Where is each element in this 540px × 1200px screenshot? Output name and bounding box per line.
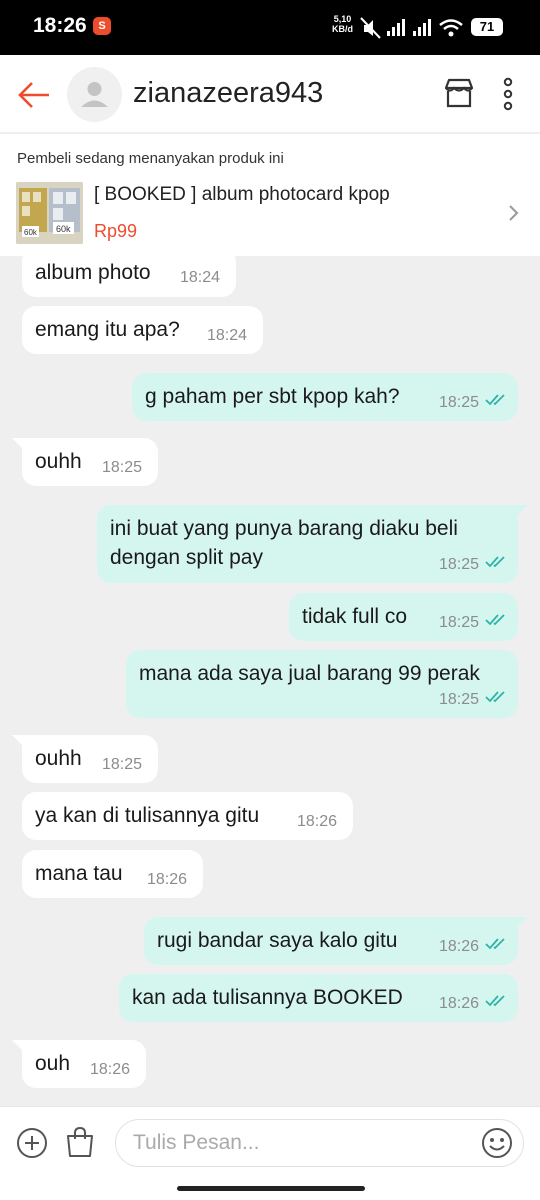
status-bar: 18:26 S 5,10 KB/d 71: [0, 0, 540, 55]
message-outgoing[interactable]: tidak full co 18:25: [289, 593, 518, 641]
bubble-tail: [518, 917, 528, 927]
wifi-icon: [439, 19, 463, 37]
product-inquiry-note: Pembeli sedang menanyakan produk ini: [17, 150, 284, 167]
message-incoming[interactable]: ya kan di tulisannya gitu 18:26: [22, 792, 353, 840]
thumb-label-1: 60k: [24, 228, 38, 237]
thumb-label-2: 60k: [56, 224, 71, 234]
network-speed-value: 5,10: [333, 14, 352, 24]
message-incoming[interactable]: ouh 18:26: [22, 1040, 146, 1088]
message-time: 18:25: [102, 756, 143, 773]
message-text: album photo: [35, 261, 151, 284]
shop-icon[interactable]: [443, 77, 475, 109]
status-time: 18:26: [33, 14, 87, 37]
message-outgoing[interactable]: g paham per sbt kpop kah? 18:25: [132, 373, 518, 421]
read-ticks-icon: [485, 995, 505, 1007]
message-incoming[interactable]: mana tau 18:26: [22, 850, 203, 898]
read-ticks-icon: [485, 691, 505, 703]
message-text: mana tau: [35, 862, 123, 885]
message-text: ini buat yang punya barang diaku beli: [110, 517, 458, 540]
message-text: kan ada tulisannya BOOKED: [132, 986, 403, 1009]
product-thumbnail: 60k 60k: [16, 182, 83, 244]
battery-icon: 71: [471, 18, 503, 36]
network-speed-unit: KB/d: [332, 24, 353, 34]
home-indicator[interactable]: [177, 1186, 365, 1191]
message-text: dengan split pay: [110, 546, 263, 569]
message-text: rugi bandar saya kalo gitu: [157, 929, 398, 952]
message-outgoing[interactable]: ini buat yang punya barang diaku beli de…: [97, 505, 518, 583]
message-time: 18:25: [439, 614, 480, 631]
product-price: Rp99: [94, 221, 138, 241]
message-time: 18:24: [180, 269, 221, 286]
message-text: ya kan di tulisannya gitu: [35, 804, 260, 827]
message-text: tidak full co: [302, 605, 408, 628]
read-ticks-icon: [485, 614, 505, 626]
bubble-tail: [12, 1040, 22, 1050]
message-time: 18:26: [90, 1061, 131, 1078]
message-composer: Tulis Pesan...: [0, 1106, 540, 1200]
message-text: ouh: [35, 1052, 71, 1075]
avatar-placeholder-icon: [81, 82, 108, 107]
message-time: 18:25: [439, 394, 480, 411]
message-time: 18:25: [102, 459, 143, 476]
message-input-placeholder: Tulis Pesan...: [133, 1131, 260, 1154]
chevron-right-icon: [509, 205, 519, 221]
bubble-tail: [12, 438, 22, 448]
shopping-bag-icon[interactable]: [64, 1125, 96, 1159]
status-icons: [360, 17, 463, 39]
message-text: mana ada saya jual barang 99 perak: [139, 662, 480, 685]
product-inquiry-card[interactable]: Pembeli sedang menanyakan produk ini 60k…: [0, 134, 540, 256]
message-incoming[interactable]: ouhh 18:25: [22, 735, 158, 783]
message-time: 18:24: [207, 327, 248, 344]
bubble-tail: [12, 735, 22, 745]
product-title: [ BOOKED ] album photocard kpop: [94, 184, 390, 205]
message-text: ouhh: [35, 747, 82, 770]
chat-header: zianazeera943: [0, 55, 540, 133]
read-ticks-icon: [485, 556, 505, 568]
chat-messages[interactable]: album photo 18:24 emang itu apa? 18:24 g…: [0, 256, 540, 1106]
signal-icon-1: [387, 19, 405, 36]
back-arrow-icon[interactable]: [16, 77, 52, 113]
avatar[interactable]: [67, 67, 122, 122]
message-outgoing[interactable]: mana ada saya jual barang 99 perak 18:25: [126, 650, 518, 718]
read-ticks-icon: [485, 394, 505, 406]
signal-icon-2: [413, 19, 431, 36]
message-time: 18:26: [147, 871, 188, 888]
message-text: g paham per sbt kpop kah?: [145, 385, 400, 408]
shopee-notification-icon: S: [93, 17, 111, 35]
mute-icon: [360, 17, 381, 39]
message-incoming[interactable]: emang itu apa? 18:24: [22, 306, 263, 354]
message-time: 18:26: [297, 813, 338, 830]
add-circle-icon[interactable]: [16, 1127, 48, 1159]
message-outgoing[interactable]: rugi bandar saya kalo gitu 18:26: [144, 917, 518, 965]
message-text: emang itu apa?: [35, 318, 180, 341]
chat-username: zianazeera943: [133, 77, 324, 109]
bubble-tail: [518, 505, 528, 515]
message-incoming[interactable]: album photo 18:24: [22, 256, 236, 297]
message-input[interactable]: Tulis Pesan...: [115, 1119, 524, 1167]
more-vertical-icon[interactable]: [497, 77, 519, 111]
read-ticks-icon: [485, 938, 505, 950]
message-text: ouhh: [35, 450, 82, 473]
message-time: 18:26: [439, 995, 480, 1012]
network-speed: 5,10 KB/d: [332, 14, 353, 34]
message-incoming[interactable]: ouhh 18:25: [22, 438, 158, 486]
message-outgoing[interactable]: kan ada tulisannya BOOKED 18:26: [119, 974, 518, 1022]
emoji-icon[interactable]: [481, 1127, 513, 1159]
message-time: 18:26: [439, 938, 480, 955]
message-time: 18:25: [439, 556, 480, 573]
message-time: 18:25: [439, 691, 480, 708]
